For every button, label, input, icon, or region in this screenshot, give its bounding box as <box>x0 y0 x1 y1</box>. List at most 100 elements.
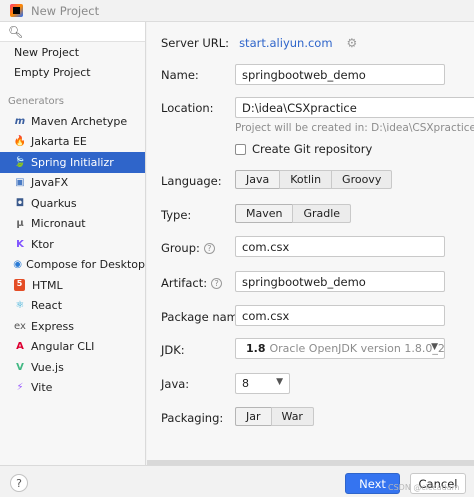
language-option-groovy[interactable]: Groovy <box>331 170 393 189</box>
sidebar-item-html[interactable]: 5 HTML <box>0 275 145 296</box>
sidebar-item-new-project[interactable]: New Project <box>0 42 145 63</box>
group-row: Group: ? <box>161 241 215 255</box>
sidebar-item-label: Ktor <box>31 237 54 251</box>
java-row: Java: <box>161 377 189 391</box>
project-settings-panel: Server URL: start.aliyun.com ⚙ Name: spr… <box>147 22 474 466</box>
packaging-selector: Jar War <box>235 407 314 426</box>
vite-icon: ⚡ <box>16 382 24 394</box>
type-option-maven[interactable]: Maven <box>235 204 294 223</box>
sidebar-item-label: HTML <box>32 278 63 292</box>
sidebar-item-micronaut[interactable]: μ Micronaut <box>0 214 145 235</box>
packaging-label: Packaging: <box>161 411 224 425</box>
sidebar-item-label: Micronaut <box>31 217 86 231</box>
type-label: Type: <box>161 208 192 222</box>
type-option-gradle[interactable]: Gradle <box>292 204 352 223</box>
sidebar-item-label: Angular CLI <box>31 340 95 354</box>
packaging-option-jar[interactable]: Jar <box>235 407 272 426</box>
name-row: Name: <box>161 68 199 82</box>
sidebar-item-empty-project[interactable]: Empty Project <box>0 63 145 84</box>
micronaut-icon: μ <box>16 218 24 230</box>
artifact-label: Artifact: <box>161 276 208 290</box>
location-label: Location: <box>161 101 214 115</box>
angular-icon: A <box>16 341 24 353</box>
gear-icon[interactable]: ⚙ <box>347 36 358 50</box>
sidebar-item-vuejs[interactable]: V Vue.js <box>0 357 145 378</box>
sidebar-item-angular-cli[interactable]: A Angular CLI <box>0 337 145 358</box>
git-checkbox[interactable] <box>235 143 246 155</box>
javafx-icon: ▣ <box>15 177 25 189</box>
sidebar-item-label: Express <box>31 319 74 333</box>
group-label: Group: <box>161 241 200 255</box>
server-url-row: Server URL: start.aliyun.com ⚙ <box>161 36 357 50</box>
express-icon: ex <box>14 320 26 332</box>
group-field[interactable]: com.csx <box>235 236 445 257</box>
sidebar-item-spring-initializr[interactable]: 🍃 Spring Initializr <box>0 152 145 173</box>
sidebar-item-label: React <box>31 299 63 313</box>
quarkus-icon: ◘ <box>15 197 25 209</box>
git-checkbox-row[interactable]: Create Git repository <box>235 142 372 156</box>
ktor-icon: K <box>16 238 24 250</box>
name-label: Name: <box>161 68 199 82</box>
dialog-footer: ? Next Cancel <box>0 465 474 497</box>
jdk-label: JDK: <box>161 343 185 357</box>
git-checkbox-label: Create Git repository <box>252 142 373 156</box>
language-selector: Java Kotlin Groovy <box>235 170 393 189</box>
sidebar-item-label: New Project <box>14 45 80 59</box>
vue-icon: V <box>16 361 24 373</box>
title-bar: New Project <box>0 0 474 22</box>
packaging-row: Packaging: <box>161 411 223 425</box>
html5-icon: 5 <box>14 279 25 292</box>
language-label: Language: <box>161 174 222 188</box>
artifact-row: Artifact: ? <box>161 276 223 290</box>
compose-icon: ◉ <box>13 259 22 271</box>
sidebar-item-label: JavaFX <box>31 176 69 190</box>
sidebar-item-quarkus[interactable]: ◘ Quarkus <box>0 193 145 214</box>
question-circle-icon[interactable]: ? <box>203 242 215 254</box>
name-field[interactable]: springbootweb_demo <box>235 64 445 85</box>
jakarta-ee-icon: 🔥 <box>13 136 27 148</box>
language-row: Language: <box>161 174 222 188</box>
sidebar-item-vite[interactable]: ⚡ Vite <box>0 378 145 399</box>
help-button[interactable]: ? <box>10 474 28 492</box>
java-label: Java: <box>161 377 190 391</box>
language-option-kotlin[interactable]: Kotlin <box>279 170 333 189</box>
java-version-dropdown[interactable]: 8 ▼ <box>235 373 290 394</box>
sidebar-item-jakarta-ee[interactable]: 🔥 Jakarta EE <box>0 132 145 153</box>
sidebar-item-label: Maven Archetype <box>31 114 128 128</box>
intellij-logo-icon <box>10 4 23 17</box>
sidebar-item-label: Quarkus <box>31 196 77 210</box>
sidebar-item-label: Vue.js <box>31 360 64 374</box>
jdk-description: Oracle OpenJDK version 1.8.0_202 <box>269 342 445 355</box>
location-hint: Project will be created in: D:\idea\CSXp… <box>235 122 474 134</box>
react-icon: ⚛ <box>15 300 25 312</box>
packaging-option-war[interactable]: War <box>270 407 314 426</box>
search-icon: 🔍︎ <box>8 24 24 39</box>
sidebar-item-javafx[interactable]: ▣ JavaFX <box>0 173 145 194</box>
sidebar-item-maven-archetype[interactable]: m Maven Archetype <box>0 111 145 132</box>
location-field[interactable]: D:\idea\CSXpractice <box>235 97 474 118</box>
sidebar: 🔍︎ New Project Empty Project Generators … <box>0 22 146 465</box>
spring-initializr-icon: 🍃 <box>13 156 27 168</box>
generators-section-label: Generators <box>8 96 64 107</box>
question-circle-icon[interactable]: ? <box>211 277 223 289</box>
sidebar-item-label: Empty Project <box>14 66 91 80</box>
window-title: New Project <box>31 3 100 18</box>
sidebar-search[interactable]: 🔍︎ <box>0 22 145 42</box>
jdk-version: 1.8 <box>246 342 266 355</box>
package-name-field[interactable]: com.csx <box>235 305 445 326</box>
location-row: Location: <box>161 101 214 115</box>
artifact-field[interactable]: springbootweb_demo <box>235 271 445 292</box>
jdk-dropdown[interactable]: 1.8 Oracle OpenJDK version 1.8.0_202 ▼ <box>235 338 445 359</box>
java-version-value: 8 <box>242 377 249 390</box>
server-url-label: Server URL: <box>161 36 230 50</box>
sidebar-item-express[interactable]: ex Express <box>0 316 145 337</box>
sidebar-item-label: Jakarta EE <box>31 135 87 149</box>
type-selector: Maven Gradle <box>235 204 352 223</box>
sidebar-item-react[interactable]: ⚛ React <box>0 296 145 317</box>
sidebar-item-label: Vite <box>31 381 53 395</box>
language-option-java[interactable]: Java <box>235 170 281 189</box>
sidebar-item-label: Compose for Desktop <box>26 258 145 272</box>
server-url-link[interactable]: start.aliyun.com <box>239 36 332 50</box>
sidebar-item-ktor[interactable]: K Ktor <box>0 234 145 255</box>
sidebar-item-compose-for-desktop[interactable]: ◉ Compose for Desktop <box>0 255 145 276</box>
